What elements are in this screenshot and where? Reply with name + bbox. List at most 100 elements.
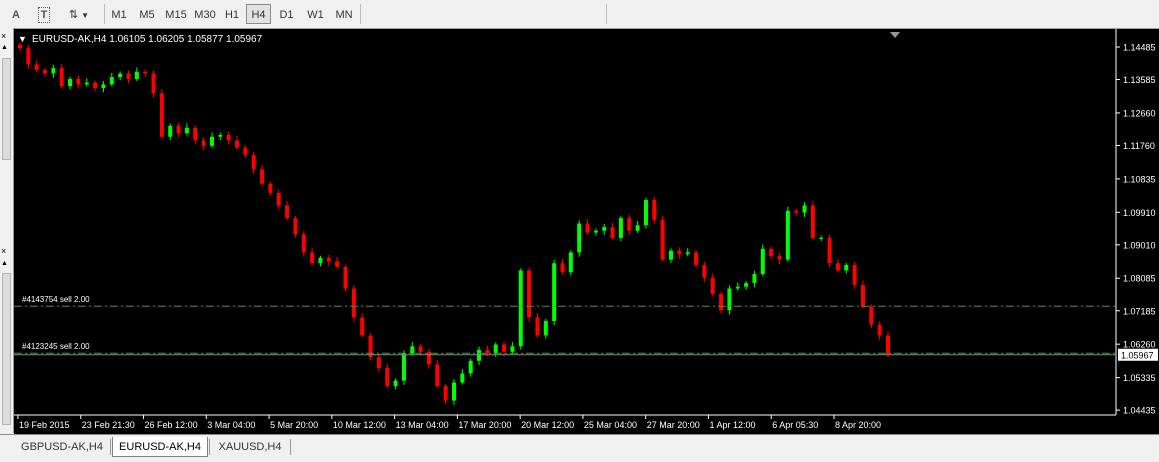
candle-body bbox=[318, 257, 323, 264]
candle-body bbox=[518, 270, 523, 347]
time-label: 13 Mar 04:00 bbox=[396, 420, 449, 430]
candle-body bbox=[685, 252, 690, 255]
arrows-tool-button[interactable]: ⇅ ▼ bbox=[62, 4, 96, 24]
candle-body bbox=[276, 192, 281, 206]
timeframe-m15[interactable]: M15 bbox=[162, 4, 190, 24]
candle-body bbox=[209, 136, 214, 146]
price-label: 1.04435 bbox=[1123, 406, 1156, 416]
tab-eurusd[interactable]: EURUSD-AK,H4 bbox=[112, 437, 208, 457]
price-label: 1.12660 bbox=[1123, 108, 1156, 118]
candle-body bbox=[193, 127, 198, 141]
candle-body bbox=[226, 134, 231, 141]
price-label: 1.09010 bbox=[1123, 240, 1156, 250]
candle-body bbox=[602, 227, 607, 231]
candlestick-chart[interactable]: #4143754 sell 2.00 #4123245 sell 2.00 1.1… bbox=[14, 29, 1159, 434]
candle-body bbox=[151, 73, 156, 94]
candle-body bbox=[235, 140, 239, 148]
toolbar-separator bbox=[104, 4, 105, 24]
candle-body bbox=[101, 84, 106, 89]
candle-body bbox=[34, 64, 39, 70]
price-label: 1.05335 bbox=[1123, 373, 1156, 383]
candle-body bbox=[585, 223, 590, 233]
candle-body bbox=[143, 71, 148, 74]
timeframe-m30[interactable]: M30 bbox=[191, 4, 219, 24]
terminal-scrollbar[interactable] bbox=[2, 273, 11, 425]
candle-body bbox=[577, 223, 582, 253]
text-tool-button[interactable]: A bbox=[6, 4, 26, 24]
candle-body bbox=[452, 382, 456, 401]
price-label: 1.08085 bbox=[1123, 274, 1156, 284]
candle-body bbox=[109, 77, 114, 85]
candle-body bbox=[301, 234, 306, 253]
candle-body bbox=[268, 183, 273, 193]
chart-tabs: GBPUSD-AK,H4 EURUSD-AK,H4 XAUUSD,H4 bbox=[0, 434, 1159, 462]
candle-body bbox=[243, 147, 248, 155]
candle-body bbox=[260, 169, 265, 184]
candle-body bbox=[410, 346, 415, 354]
timeframe-d1[interactable]: D1 bbox=[274, 4, 299, 24]
candle-body bbox=[134, 71, 139, 79]
timeframe-w1[interactable]: W1 bbox=[302, 4, 329, 24]
time-label: 6 Apr 05:30 bbox=[772, 420, 818, 430]
close-x-icon[interactable]: × bbox=[1, 31, 6, 41]
candle-body bbox=[93, 82, 98, 89]
tab-xauusd[interactable]: XAUUSD,H4 bbox=[210, 437, 290, 457]
candle-body bbox=[727, 288, 732, 311]
candle-body bbox=[669, 250, 673, 260]
chart-shift-marker[interactable] bbox=[890, 32, 900, 38]
chart-header-arrow-icon[interactable]: ▼ bbox=[18, 34, 27, 44]
candle-body bbox=[844, 265, 849, 271]
candle-body bbox=[418, 346, 423, 352]
scroll-up-icon[interactable]: ▲ bbox=[1, 260, 8, 267]
order-label: #4143754 sell 2.00 bbox=[22, 295, 90, 304]
candle-body bbox=[401, 353, 406, 381]
candle-body bbox=[477, 349, 482, 361]
chart-window[interactable]: #4143754 sell 2.00 #4123245 sell 2.00 1.1… bbox=[14, 29, 1159, 434]
candle-body bbox=[702, 265, 707, 278]
candle-body bbox=[877, 324, 882, 336]
timeframe-m1[interactable]: M1 bbox=[108, 4, 130, 24]
timeframe-mn[interactable]: MN bbox=[331, 4, 357, 24]
tab-separator bbox=[110, 439, 111, 455]
time-label: 3 Mar 04:00 bbox=[207, 420, 255, 430]
timeframe-m5[interactable]: M5 bbox=[134, 4, 160, 24]
time-label: 23 Feb 21:30 bbox=[82, 420, 135, 430]
candle-body bbox=[560, 263, 565, 273]
tab-separator bbox=[290, 439, 291, 455]
scroll-up-icon[interactable]: ▲ bbox=[1, 44, 8, 51]
candle-body bbox=[468, 360, 473, 374]
tab-gbpusd[interactable]: GBPUSD-AK,H4 bbox=[14, 437, 110, 457]
timeframe-h1[interactable]: H1 bbox=[220, 4, 244, 24]
candle-body bbox=[184, 127, 189, 134]
toolbar-separator bbox=[360, 4, 361, 24]
candle-body bbox=[435, 364, 440, 387]
chevron-down-icon: ▼ bbox=[81, 11, 90, 20]
candle-body bbox=[168, 125, 173, 137]
candle-body bbox=[385, 368, 390, 387]
close-x-icon[interactable]: × bbox=[1, 246, 6, 256]
candle-body bbox=[827, 237, 832, 264]
timeframe-h4[interactable]: H4 bbox=[246, 4, 271, 24]
candle-body bbox=[26, 48, 31, 65]
candle-body bbox=[752, 274, 757, 284]
candle-body bbox=[18, 44, 22, 49]
chart-header: EURUSD-AK,H4 1.06105 1.06205 1.05877 1.0… bbox=[32, 34, 263, 45]
candle-body bbox=[677, 250, 682, 255]
time-label: 20 Mar 12:00 bbox=[521, 420, 574, 430]
time-label: 25 Mar 04:00 bbox=[584, 420, 637, 430]
order-label: #4123245 sell 2.00 bbox=[22, 342, 90, 351]
candle-body bbox=[860, 284, 865, 307]
text-label-tool-button[interactable]: T bbox=[34, 4, 54, 24]
candle-body bbox=[652, 200, 657, 220]
candle-body bbox=[493, 344, 498, 354]
candle-body bbox=[627, 218, 632, 231]
candle-body bbox=[760, 248, 765, 275]
navigator-scrollbar[interactable] bbox=[2, 58, 11, 160]
candle-body bbox=[51, 68, 56, 74]
candle-body bbox=[785, 210, 790, 260]
candle-body bbox=[368, 335, 373, 358]
candle-body bbox=[360, 317, 365, 336]
candle-body bbox=[744, 283, 749, 287]
price-label: 1.06260 bbox=[1123, 340, 1156, 350]
candle-body bbox=[735, 286, 740, 289]
